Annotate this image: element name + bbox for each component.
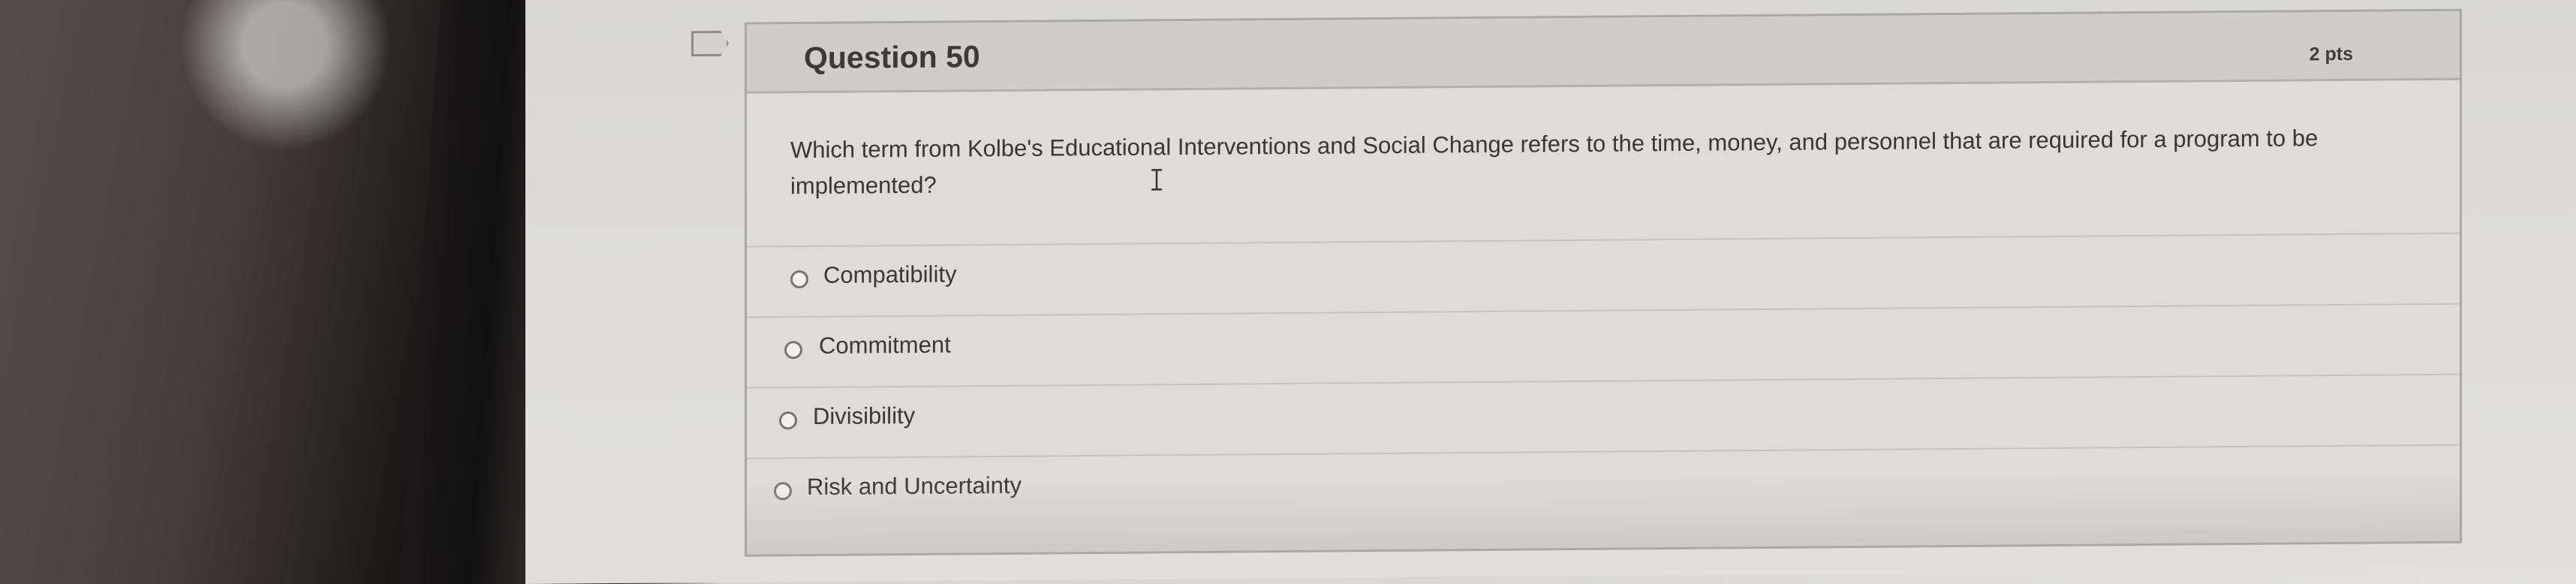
radio-button-icon[interactable] xyxy=(774,482,792,501)
radio-button-icon[interactable] xyxy=(790,270,808,289)
photographed-screen-scene: Question 50 2 pts Which term from Kolbe'… xyxy=(0,0,2576,584)
quiz-screen: Question 50 2 pts Which term from Kolbe'… xyxy=(525,0,2576,584)
i-beam-cursor-icon xyxy=(1151,169,1163,191)
flag-tab-icon[interactable] xyxy=(691,31,729,56)
answer-label: Compatibility xyxy=(823,260,957,288)
answer-label: Risk and Uncertainty xyxy=(807,471,1022,501)
answer-option-divisibility[interactable]: Divisibility xyxy=(747,373,2460,458)
question-prompt: Which term from Kolbe's Educational Inte… xyxy=(790,125,2319,200)
answer-option-commitment[interactable]: Commitment xyxy=(747,303,2460,387)
question-card: Question 50 2 pts Which term from Kolbe'… xyxy=(745,8,2462,557)
answer-choices: Compatibility Commitment Divisibility Ri… xyxy=(747,232,2460,528)
answer-option-risk-and-uncertainty[interactable]: Risk and Uncertainty xyxy=(747,444,2460,528)
answer-label: Divisibility xyxy=(813,402,916,429)
question-title: Question 50 xyxy=(804,39,980,76)
answer-option-compatibility[interactable]: Compatibility xyxy=(747,232,2460,317)
answer-label: Commitment xyxy=(819,331,951,359)
radio-button-icon[interactable] xyxy=(779,411,797,430)
points-value: 2 pts xyxy=(2309,43,2353,65)
question-header: Question 50 2 pts xyxy=(747,11,2460,94)
radio-button-icon[interactable] xyxy=(784,341,802,360)
